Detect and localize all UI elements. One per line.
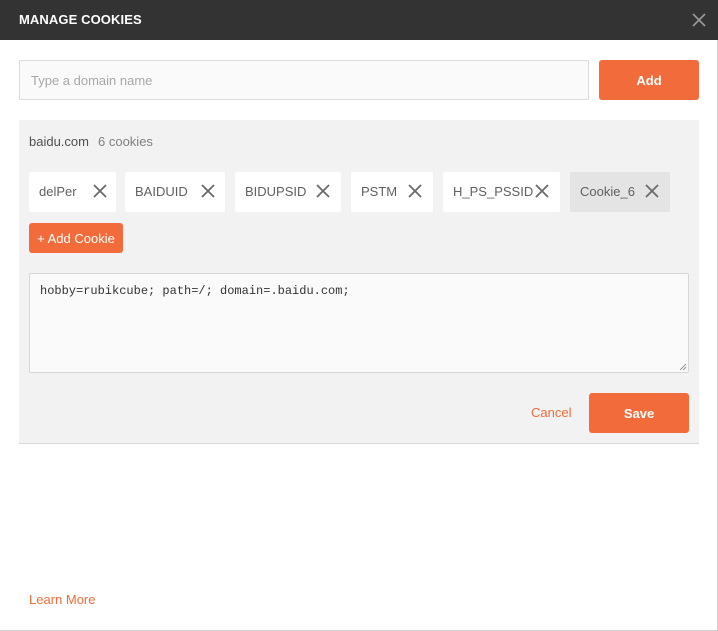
cookie-chip-baiduid[interactable]: BAIDUID: [125, 172, 225, 212]
cookie-chip-label: Cookie_6: [580, 184, 635, 199]
remove-cookie-icon[interactable]: [407, 183, 423, 199]
manage-cookies-dialog: MANAGE COOKIES Add baidu.com 6 cookies d…: [0, 0, 718, 631]
remove-cookie-icon[interactable]: [200, 183, 216, 199]
cookie-chip-delper[interactable]: delPer: [29, 172, 116, 212]
resize-handle-icon[interactable]: [677, 361, 687, 371]
learn-more-link[interactable]: Learn More: [29, 592, 95, 607]
remove-cookie-icon[interactable]: [92, 183, 108, 199]
cookie-chip-bidupsid[interactable]: BIDUPSID: [235, 172, 341, 212]
remove-cookie-icon[interactable]: [534, 183, 550, 199]
cookie-chip-label: PSTM: [361, 184, 398, 199]
add-domain-button[interactable]: Add: [599, 60, 699, 100]
cookie-value-editor[interactable]: hobby=rubikcube; path=/; domain=.baidu.c…: [29, 273, 689, 373]
dialog-title: MANAGE COOKIES: [19, 12, 142, 27]
remove-cookie-icon[interactable]: [315, 183, 331, 199]
close-icon[interactable]: [688, 9, 710, 31]
domain-cookies-panel: baidu.com 6 cookies delPer BAIDUID BIDUP…: [19, 120, 699, 444]
add-cookie-button[interactable]: + Add Cookie: [29, 223, 123, 253]
cookie-count: 6 cookies: [98, 134, 153, 149]
cookie-chip-label: H_PS_PSSID: [453, 184, 534, 199]
cookie-chip-cookie-6[interactable]: Cookie_6: [570, 172, 670, 212]
dialog-titlebar: MANAGE COOKIES: [0, 0, 718, 40]
save-button[interactable]: Save: [589, 393, 689, 433]
domain-name-label: baidu.com: [29, 134, 89, 149]
cookie-chip-label: delPer: [39, 184, 77, 199]
domain-name-input[interactable]: [19, 60, 589, 100]
cookie-chip-label: BIDUPSID: [245, 184, 307, 199]
cookie-chip-label: BAIDUID: [135, 184, 188, 199]
cookie-chip-pstm[interactable]: PSTM: [351, 172, 433, 212]
cookie-chip-h-ps-pssid[interactable]: H_PS_PSSID: [443, 172, 560, 212]
cancel-button[interactable]: Cancel: [531, 405, 571, 420]
remove-cookie-icon[interactable]: [644, 183, 660, 199]
